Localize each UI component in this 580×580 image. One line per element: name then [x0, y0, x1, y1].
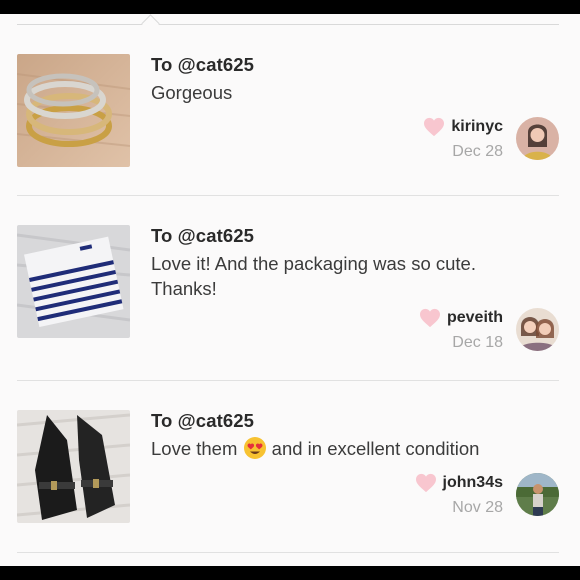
review-date: Dec 18 [452, 334, 503, 351]
heart-icon[interactable] [423, 117, 445, 137]
listing-thumbnail-heels[interactable] [17, 410, 130, 523]
review-message: Gorgeous [151, 82, 233, 103]
review-message-part: Love them [151, 438, 238, 459]
top-divider [17, 24, 559, 25]
reviewer-username[interactable]: kirinyc [451, 118, 503, 136]
reviewer-username[interactable]: john34s [443, 474, 503, 492]
review-message: Love it! And the packaging was so cute. … [151, 253, 476, 299]
review-item: To @cat625 Love it! And the packaging wa… [17, 225, 559, 381]
review-message-part: and in excellent condition [271, 438, 480, 459]
review-message: Love them and in excellent condition [151, 436, 531, 461]
review-meta: peveith Dec 18 [419, 308, 503, 352]
review-date: Dec 28 [452, 143, 503, 160]
review-item: To @cat625 Gorgeous kirinyc Dec 28 [17, 54, 559, 196]
recipient-label: To @cat625 [151, 225, 255, 246]
reviewer-username[interactable]: peveith [447, 309, 503, 327]
heart-icon[interactable] [415, 473, 437, 493]
heart-icon[interactable] [419, 308, 441, 328]
recipient-label: To @cat625 [151, 410, 255, 431]
reviews-panel: To @cat625 Gorgeous kirinyc Dec 28 To @c… [0, 14, 580, 566]
heart-eyes-emoji-icon [243, 437, 266, 459]
recipient-label: To @cat625 [151, 54, 255, 75]
review-meta: kirinyc Dec 28 [423, 117, 503, 161]
reviewer-avatar[interactable] [516, 473, 559, 516]
panel-pointer [141, 14, 160, 33]
review-date: Nov 28 [452, 499, 503, 516]
listing-thumbnail-rings[interactable] [17, 54, 130, 167]
review-item: To @cat625 Love them and in excellent co… [17, 410, 559, 553]
review-meta: john34s Nov 28 [415, 473, 503, 517]
reviewer-avatar[interactable] [516, 117, 559, 160]
reviewer-avatar[interactable] [516, 308, 559, 351]
listing-thumbnail-sweater[interactable] [17, 225, 130, 338]
